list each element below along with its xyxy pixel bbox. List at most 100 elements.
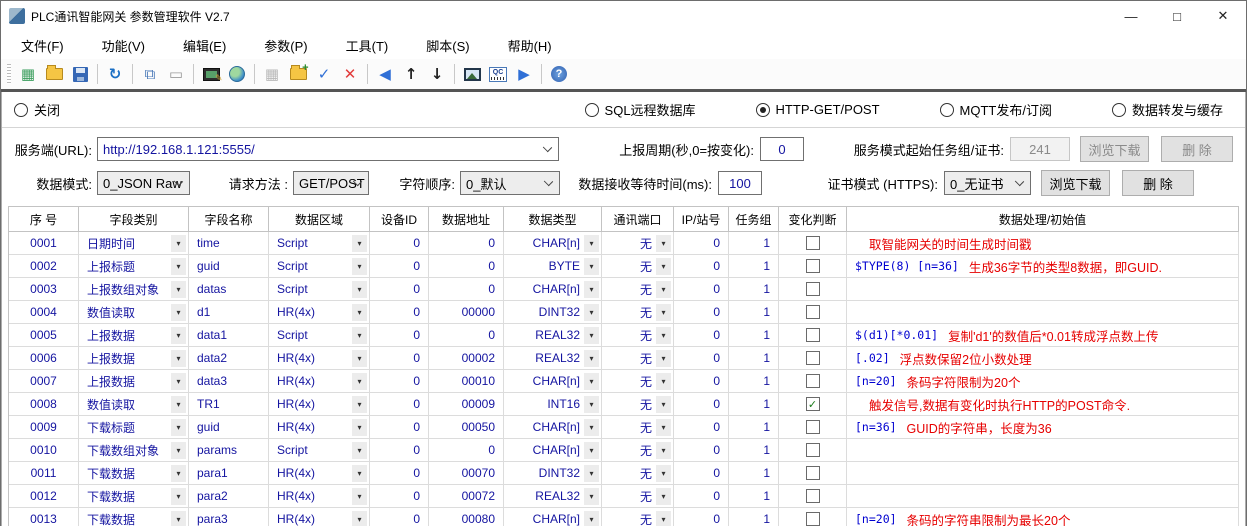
cell-port[interactable]: 无 xyxy=(602,462,674,485)
cell-port[interactable]: 无 xyxy=(602,232,674,255)
column-header-5[interactable]: 数据地址 xyxy=(429,207,504,232)
cell-device-id[interactable]: 0 xyxy=(370,324,429,347)
cell-data-area[interactable]: HR(4x) xyxy=(269,370,370,393)
dropdown-button[interactable] xyxy=(584,488,599,505)
checkbox[interactable] xyxy=(806,466,820,480)
menu-item-file[interactable]: 文件(F) xyxy=(7,32,78,59)
cell-data-type[interactable]: DINT32 xyxy=(504,462,602,485)
cell-category[interactable]: 上报数据 xyxy=(79,370,189,393)
qc-barcode-icon[interactable]: QC xyxy=(486,62,510,86)
dropdown-button[interactable] xyxy=(171,511,186,526)
cell-data-type[interactable]: CHAR[n] xyxy=(504,439,602,462)
dropdown-button[interactable] xyxy=(656,350,671,367)
cell-task-group[interactable]: 1 xyxy=(729,232,779,255)
checkbox[interactable] xyxy=(806,512,820,526)
monitor-edit-icon[interactable] xyxy=(199,62,223,86)
cell-category[interactable]: 数值读取 xyxy=(79,393,189,416)
dropdown-button[interactable] xyxy=(171,465,186,482)
dropdown-button[interactable] xyxy=(352,281,367,298)
cell-category[interactable]: 日期时间 xyxy=(79,232,189,255)
cell-data-area[interactable]: Script xyxy=(269,232,370,255)
delete-button-bottom[interactable]: 删 除 xyxy=(1122,170,1194,196)
wait-time-input[interactable]: 100 xyxy=(718,171,762,195)
cell-field-name[interactable]: TR1 xyxy=(189,393,269,416)
toolbar-grip[interactable] xyxy=(7,64,11,84)
cell-note[interactable] xyxy=(847,278,1239,301)
cell-data-area[interactable]: HR(4x) xyxy=(269,301,370,324)
cell-data-address[interactable]: 0 xyxy=(429,232,504,255)
dropdown-button[interactable] xyxy=(656,327,671,344)
cell-ip-station[interactable]: 0 xyxy=(674,324,729,347)
dropdown-button[interactable] xyxy=(656,442,671,459)
menu-item-script[interactable]: 脚本(S) xyxy=(412,32,483,59)
column-header-3[interactable]: 数据区域 xyxy=(269,207,370,232)
dropdown-button[interactable] xyxy=(352,396,367,413)
dropdown-button[interactable] xyxy=(352,419,367,436)
cell-field-name[interactable]: para2 xyxy=(189,485,269,508)
dropdown-button[interactable] xyxy=(584,327,599,344)
cell-data-address[interactable]: 0 xyxy=(429,324,504,347)
cell-device-id[interactable]: 0 xyxy=(370,278,429,301)
cell-data-address[interactable]: 00072 xyxy=(429,485,504,508)
dropdown-button[interactable] xyxy=(352,373,367,390)
menu-item-help[interactable]: 帮助(H) xyxy=(494,32,566,59)
up-arrow-icon[interactable]: ↑ xyxy=(399,62,423,86)
cell-field-name[interactable]: guid xyxy=(189,255,269,278)
dropdown-button[interactable] xyxy=(171,304,186,321)
dropdown-button[interactable] xyxy=(656,304,671,321)
cell-port[interactable]: 无 xyxy=(602,439,674,462)
cell-note[interactable]: 取智能网关的时间生成时间戳 xyxy=(847,232,1239,255)
dropdown-button[interactable] xyxy=(352,350,367,367)
dropdown-button[interactable] xyxy=(656,511,671,526)
menu-item-function[interactable]: 功能(V) xyxy=(88,32,159,59)
cell-task-group[interactable]: 1 xyxy=(729,255,779,278)
dropdown-button[interactable] xyxy=(656,258,671,275)
cell-data-address[interactable]: 00002 xyxy=(429,347,504,370)
radio-icon[interactable] xyxy=(585,103,599,117)
back-arrow-icon[interactable]: ◀ xyxy=(373,62,397,86)
cell-port[interactable]: 无 xyxy=(602,324,674,347)
dropdown-button[interactable] xyxy=(584,419,599,436)
data-mode-select[interactable]: 0_JSON Raw xyxy=(97,171,190,195)
cell-data-area[interactable]: HR(4x) xyxy=(269,416,370,439)
cell-port[interactable]: 无 xyxy=(602,485,674,508)
cell-data-address[interactable]: 00080 xyxy=(429,508,504,526)
cell-device-id[interactable]: 0 xyxy=(370,301,429,324)
cell-data-type[interactable]: CHAR[n] xyxy=(504,370,602,393)
cell-field-name[interactable]: data1 xyxy=(189,324,269,347)
cell-data-address[interactable]: 00050 xyxy=(429,416,504,439)
globe-icon[interactable] xyxy=(225,62,249,86)
dropdown-button[interactable] xyxy=(352,235,367,252)
refresh-icon[interactable]: ↻ xyxy=(103,62,127,86)
cell-task-group[interactable]: 1 xyxy=(729,485,779,508)
cell-device-id[interactable]: 0 xyxy=(370,508,429,526)
cell-ip-station[interactable]: 0 xyxy=(674,462,729,485)
cell-data-type[interactable]: DINT32 xyxy=(504,301,602,324)
dropdown-button[interactable] xyxy=(656,281,671,298)
dropdown-button[interactable] xyxy=(171,350,186,367)
cell-device-id[interactable]: 0 xyxy=(370,393,429,416)
cell-field-name[interactable]: para3 xyxy=(189,508,269,526)
dropdown-button[interactable] xyxy=(656,465,671,482)
cell-data-type[interactable]: BYTE xyxy=(504,255,602,278)
cell-task-group[interactable]: 1 xyxy=(729,370,779,393)
cell-note[interactable]: [n=20]条码的字符串限制为最长20个 xyxy=(847,508,1239,526)
checkbox[interactable] xyxy=(806,374,820,388)
radio-icon[interactable] xyxy=(756,103,770,117)
cell-category[interactable]: 上报数据 xyxy=(79,324,189,347)
cell-device-id[interactable]: 0 xyxy=(370,255,429,278)
dropdown-button[interactable] xyxy=(656,396,671,413)
mode-http[interactable]: HTTP-GET/POST xyxy=(756,100,880,119)
cell-data-address[interactable]: 00070 xyxy=(429,462,504,485)
cell-port[interactable]: 无 xyxy=(602,370,674,393)
cell-category[interactable]: 上报数组对象 xyxy=(79,278,189,301)
cell-note[interactable]: $TYPE(8) [n=36]生成36字节的类型8数据，即GUID. xyxy=(847,255,1239,278)
cell-ip-station[interactable]: 0 xyxy=(674,439,729,462)
cell-field-name[interactable]: para1 xyxy=(189,462,269,485)
run-play-icon[interactable]: ▶ xyxy=(512,62,536,86)
cell-task-group[interactable]: 1 xyxy=(729,278,779,301)
dropdown-button[interactable] xyxy=(171,488,186,505)
down-arrow-icon[interactable]: ↓ xyxy=(425,62,449,86)
menu-item-edit[interactable]: 编辑(E) xyxy=(169,32,240,59)
cell-task-group[interactable]: 1 xyxy=(729,508,779,526)
